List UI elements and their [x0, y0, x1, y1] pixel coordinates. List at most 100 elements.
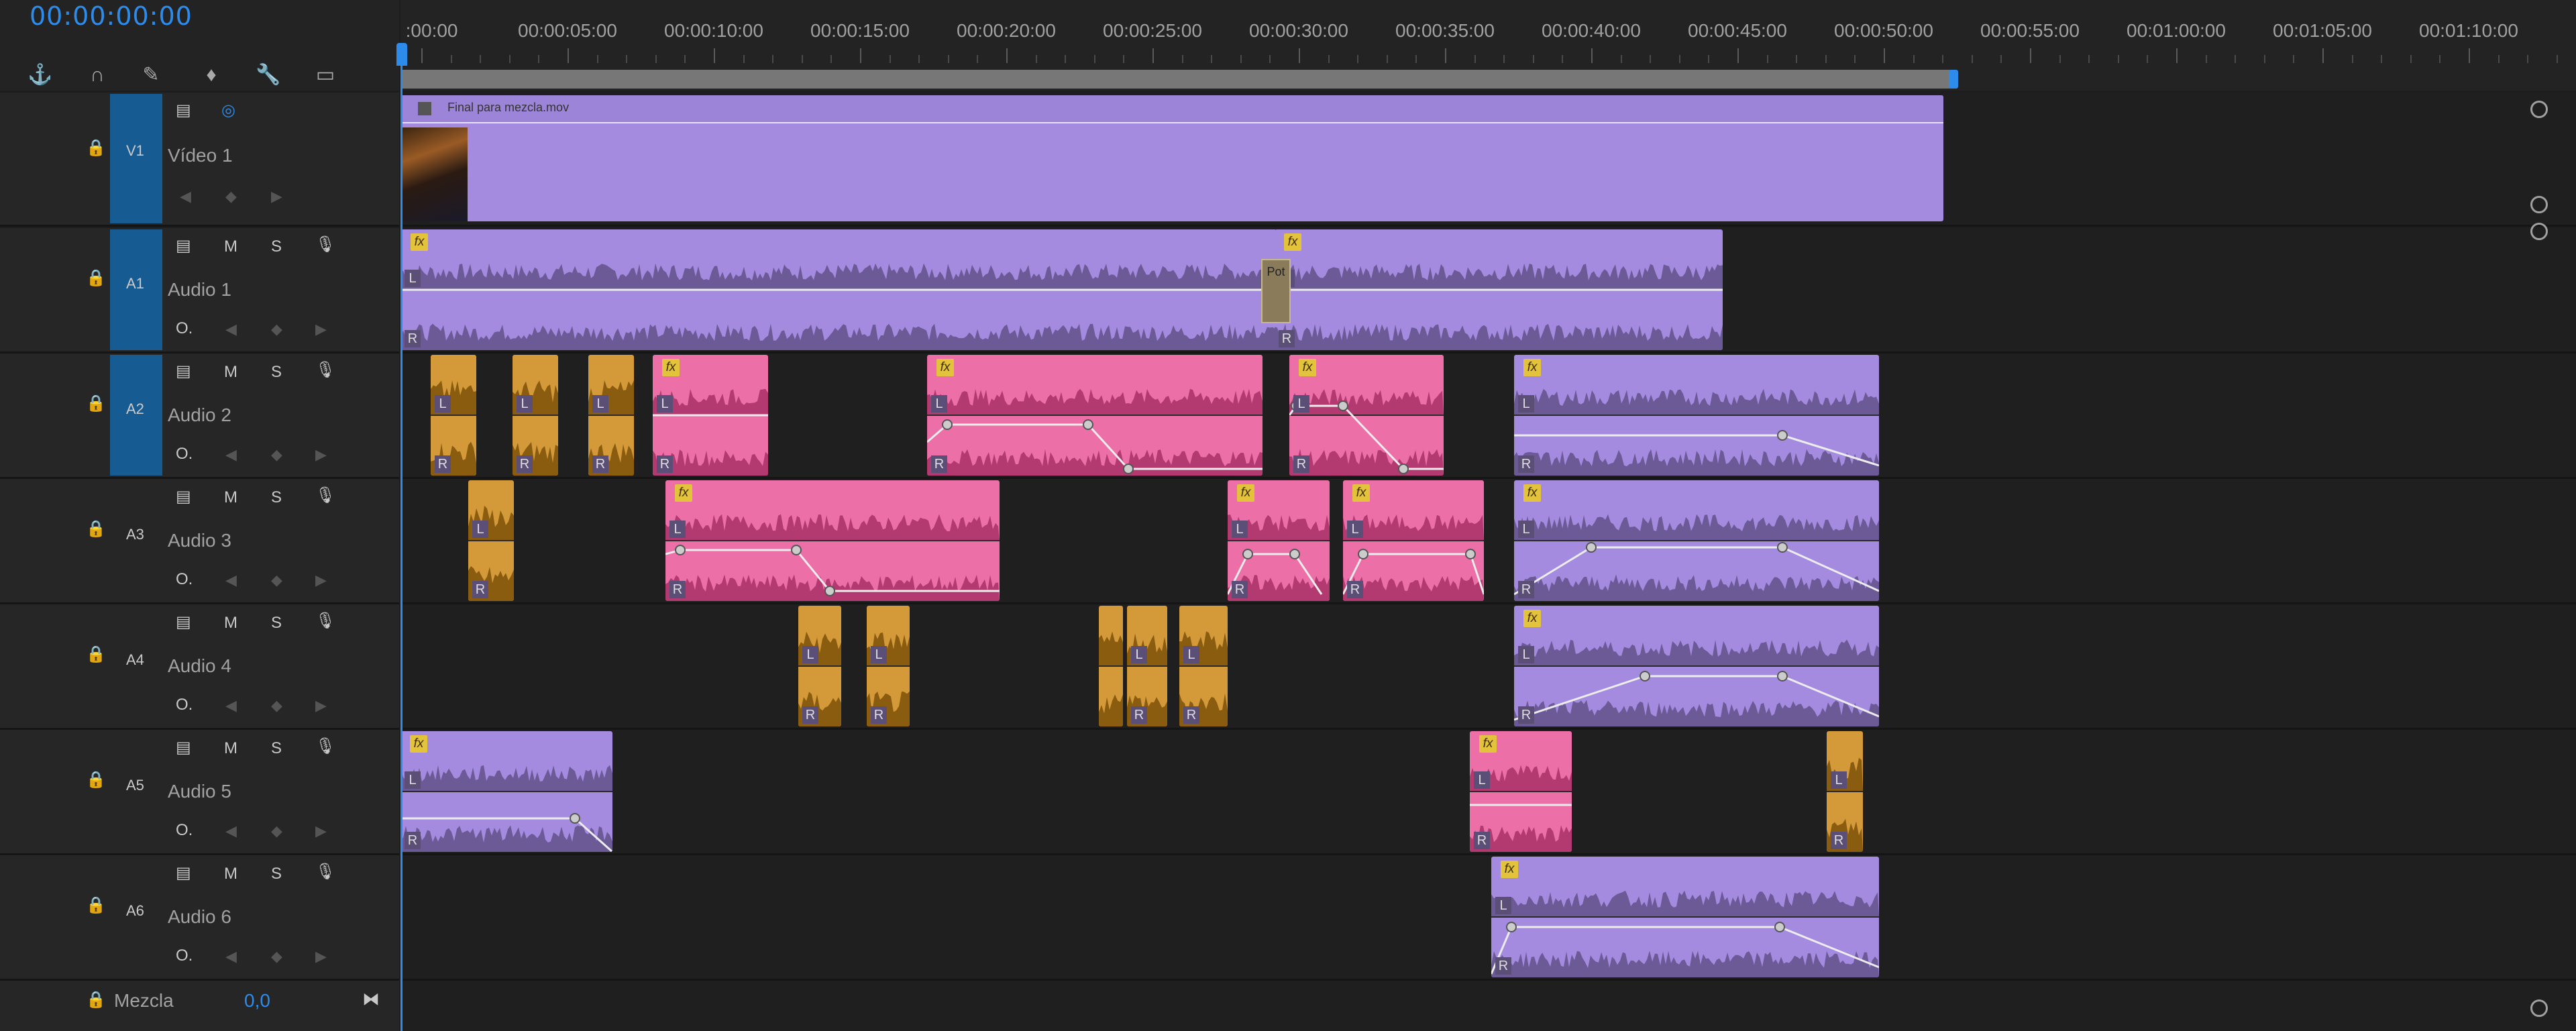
- video-clip[interactable]: Final para mezcla.mov: [400, 95, 1943, 221]
- volume-keyframe[interactable]: [1506, 922, 1517, 932]
- audio-clip-a4-gold[interactable]: LR: [867, 606, 910, 726]
- solo-button[interactable]: S: [271, 488, 282, 507]
- volume-knob-icon[interactable]: O.: [176, 696, 193, 714]
- toggle-sync-lock-icon[interactable]: ▤: [176, 863, 191, 883]
- audio-clip-a3-gold[interactable]: LR: [468, 480, 514, 601]
- playhead-timecode[interactable]: 00:00:00:00: [30, 1, 193, 31]
- mute-button[interactable]: M: [224, 488, 237, 507]
- volume-keyframe[interactable]: [1083, 419, 1093, 430]
- mute-button[interactable]: M: [224, 739, 237, 758]
- volume-keyframe[interactable]: [1465, 549, 1476, 559]
- audio-clip-pink[interactable]: fx L R: [927, 355, 1263, 476]
- solo-button[interactable]: S: [271, 739, 282, 758]
- volume-keyframe[interactable]: [1777, 542, 1788, 553]
- volume-keyframe[interactable]: [1242, 549, 1253, 559]
- audio-clip-a4-gold[interactable]: LR: [1127, 606, 1167, 726]
- track-zoom-handle[interactable]: [2530, 196, 2548, 213]
- audio-clip-purple[interactable]: fx L R: [1514, 480, 1879, 601]
- add-marker-icon[interactable]: ✎: [138, 62, 164, 89]
- volume-keyframe[interactable]: [942, 419, 953, 430]
- captions-icon[interactable]: ▭: [312, 62, 339, 89]
- lock-icon[interactable]: 🔒: [86, 896, 106, 915]
- toggle-sync-lock-icon[interactable]: ▤: [176, 612, 191, 632]
- audio-clip-a5-gold[interactable]: LR: [1827, 731, 1863, 852]
- mute-button[interactable]: M: [224, 237, 237, 256]
- mute-button[interactable]: M: [224, 865, 237, 883]
- toggle-sync-lock-icon[interactable]: ▤: [176, 362, 191, 381]
- audio-clip-purple[interactable]: fx L R: [1491, 857, 1879, 977]
- toggle-sync-lock-icon[interactable]: ▤: [176, 738, 191, 757]
- audio-clip-purple[interactable]: fx L R: [1514, 355, 1879, 476]
- volume-knob-icon[interactable]: O.: [176, 445, 193, 464]
- track-zoom-handle[interactable]: [2530, 999, 2548, 1017]
- microphone-icon[interactable]: 🎙: [315, 611, 335, 631]
- audio-clip-pink[interactable]: fx L R: [1470, 731, 1572, 852]
- microphone-icon[interactable]: 🎙: [315, 235, 335, 254]
- constant-power-transition[interactable]: Pot: [1261, 259, 1291, 323]
- audio-clip-purple[interactable]: fx L R: [400, 731, 612, 852]
- volume-knob-icon[interactable]: O.: [176, 570, 193, 589]
- mute-button[interactable]: M: [224, 614, 237, 633]
- lock-icon[interactable]: 🔒: [86, 990, 106, 1010]
- audio-clip-pink[interactable]: fx L R: [665, 480, 1000, 601]
- go-to-end-icon[interactable]: ⧓: [362, 989, 380, 1010]
- solo-button[interactable]: S: [271, 237, 282, 256]
- linked-selection-icon[interactable]: ∩: [84, 62, 111, 89]
- lock-icon[interactable]: 🔒: [86, 268, 106, 288]
- toggle-sync-lock-icon[interactable]: ▤: [176, 236, 191, 256]
- wrench-icon[interactable]: 🔧: [255, 62, 282, 89]
- volume-keyframe[interactable]: [1123, 464, 1134, 474]
- audio-clip-pink[interactable]: fx L R: [1289, 355, 1444, 476]
- volume-keyframe[interactable]: [1398, 464, 1409, 474]
- toggle-sync-lock-icon[interactable]: ▤: [176, 487, 191, 506]
- audio-clip-a2-gold[interactable]: LR: [588, 355, 634, 476]
- mix-volume-value[interactable]: 0,0: [244, 990, 270, 1012]
- audio-clip-a4-gold[interactable]: [1099, 606, 1123, 726]
- lock-icon[interactable]: 🔒: [86, 770, 106, 790]
- track-zoom-handle[interactable]: [2530, 223, 2548, 240]
- volume-keyframe[interactable]: [1289, 549, 1300, 559]
- audio-clip-purple[interactable]: fx L R: [1514, 606, 1879, 726]
- volume-keyframe[interactable]: [570, 813, 580, 824]
- audio-clip-a1-right[interactable]: fxLR: [1275, 229, 1723, 350]
- audio-clip-pink[interactable]: fx L R: [653, 355, 768, 476]
- lock-icon[interactable]: 🔒: [86, 645, 106, 664]
- volume-knob-icon[interactable]: O.: [176, 319, 193, 338]
- work-area-bar[interactable]: [400, 70, 1951, 89]
- work-area-end-handle[interactable]: [1949, 70, 1958, 89]
- solo-button[interactable]: S: [271, 363, 282, 382]
- volume-keyframe[interactable]: [1777, 671, 1788, 682]
- solo-button[interactable]: S: [271, 865, 282, 883]
- microphone-icon[interactable]: 🎙: [315, 486, 335, 505]
- audio-clip-pink[interactable]: fx L R: [1228, 480, 1330, 601]
- volume-keyframe[interactable]: [675, 545, 686, 555]
- microphone-icon[interactable]: 🎙: [315, 737, 335, 756]
- audio-clip-a2-gold[interactable]: LR: [431, 355, 476, 476]
- audio-clip-a4-gold[interactable]: LR: [1179, 606, 1228, 726]
- volume-keyframe[interactable]: [1640, 671, 1650, 682]
- audio-clip-a2-gold[interactable]: LR: [513, 355, 558, 476]
- lock-icon[interactable]: 🔒: [86, 519, 106, 539]
- volume-keyframe[interactable]: [1338, 400, 1348, 411]
- microphone-icon[interactable]: 🎙: [315, 862, 335, 881]
- volume-keyframe[interactable]: [1774, 922, 1785, 932]
- volume-keyframe[interactable]: [824, 586, 835, 596]
- volume-knob-icon[interactable]: O.: [176, 821, 193, 840]
- playhead-line[interactable]: [400, 43, 402, 1031]
- lock-icon[interactable]: 🔒: [86, 138, 106, 158]
- snap-icon[interactable]: ⚓: [27, 62, 54, 89]
- mute-button[interactable]: M: [224, 363, 237, 382]
- solo-button[interactable]: S: [271, 614, 282, 633]
- eye-hidden-icon[interactable]: ◎: [221, 101, 235, 120]
- audio-clip-a1-left[interactable]: LR: [400, 229, 1277, 350]
- marker-icon[interactable]: ♦: [198, 62, 225, 89]
- volume-keyframe[interactable]: [791, 545, 802, 555]
- track-zoom-handle[interactable]: [2530, 101, 2548, 118]
- toggle-sync-lock-icon[interactable]: ▤: [176, 101, 191, 120]
- volume-keyframe[interactable]: [1586, 542, 1597, 553]
- volume-knob-icon[interactable]: O.: [176, 946, 193, 965]
- volume-keyframe[interactable]: [1777, 430, 1788, 441]
- volume-keyframe[interactable]: [1358, 549, 1368, 559]
- lock-icon[interactable]: 🔒: [86, 394, 106, 413]
- audio-clip-pink[interactable]: fx L R: [1343, 480, 1484, 601]
